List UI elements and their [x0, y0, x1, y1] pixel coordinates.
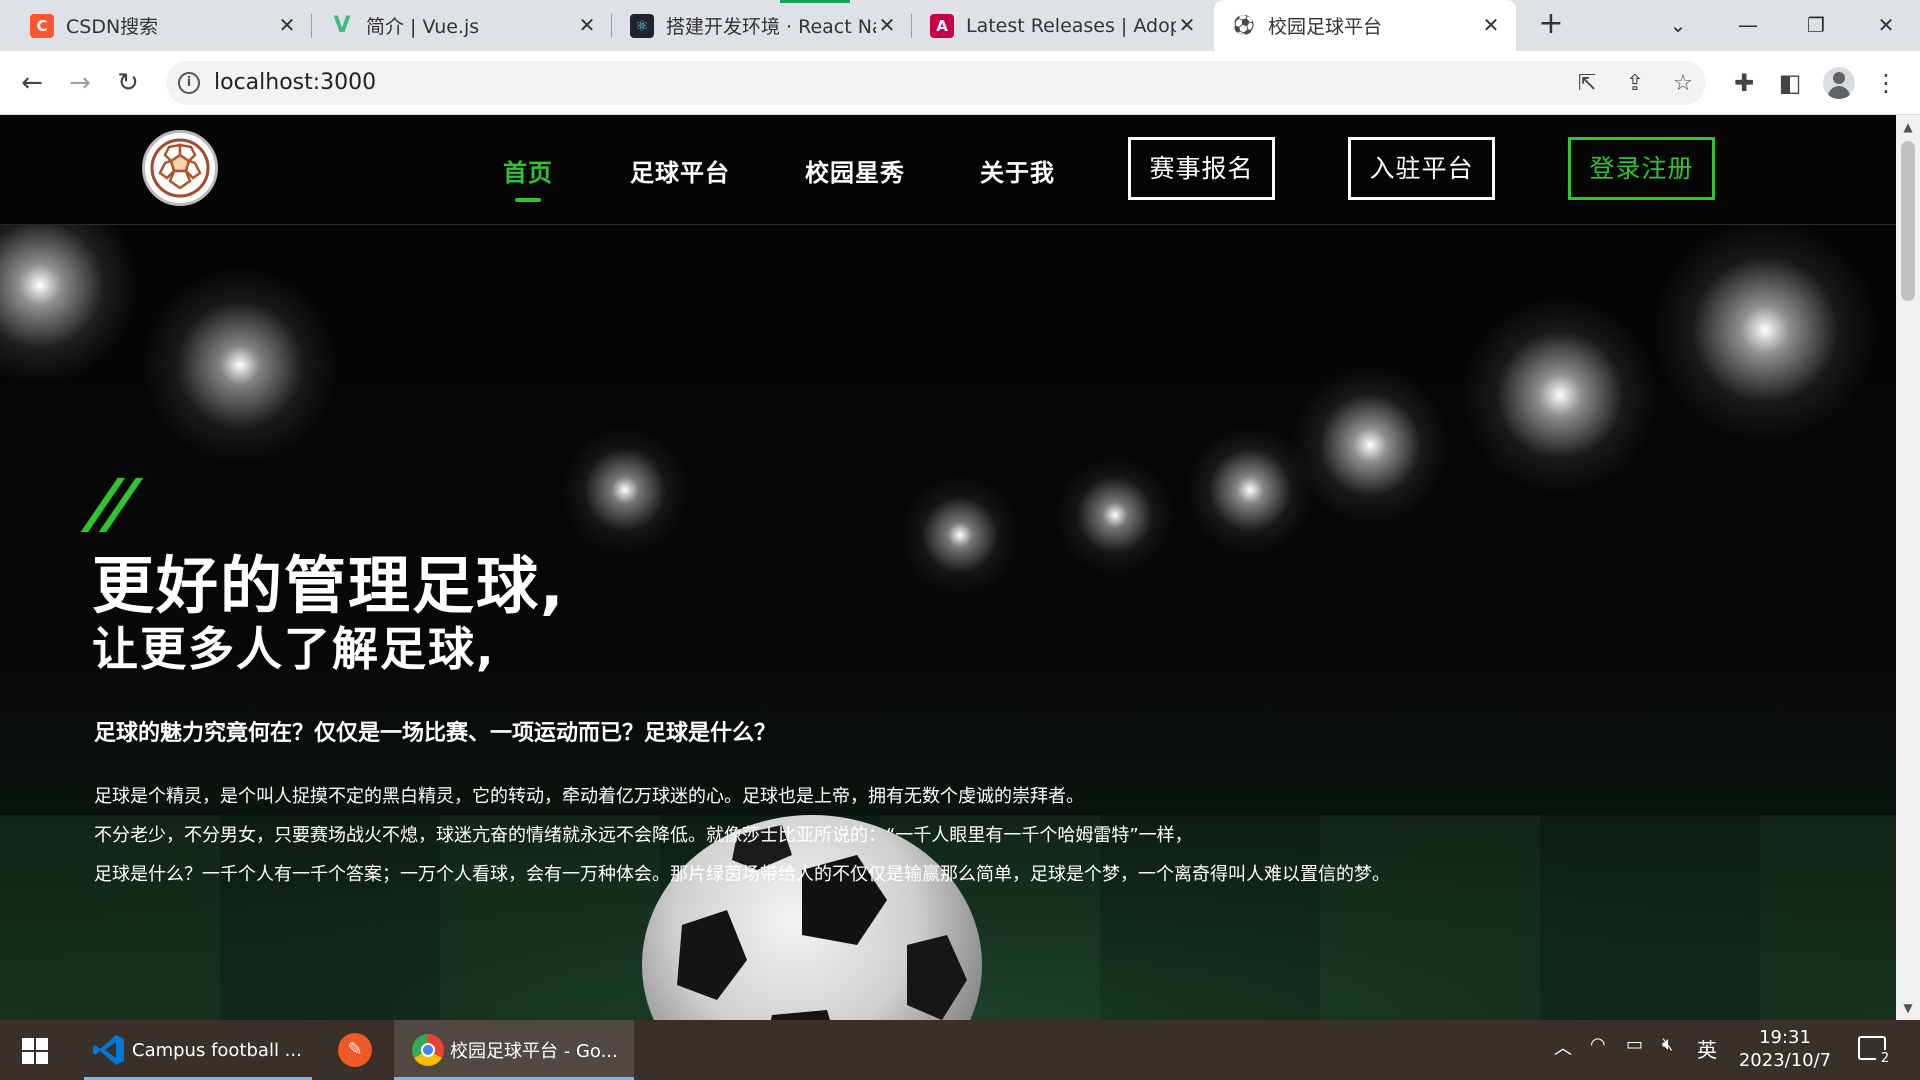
wifi-icon[interactable]: ◠ [1590, 1034, 1606, 1055]
tab-close-icon[interactable]: ✕ [1480, 14, 1502, 36]
floodlight-glow [560, 425, 690, 555]
open-in-app-icon[interactable]: ⇱ [1574, 71, 1600, 97]
tab-close-icon[interactable]: ✕ [276, 14, 298, 36]
tab-title: Latest Releases | Adopt [966, 14, 1176, 37]
notification-count: 2 [1876, 1050, 1894, 1068]
volume-muted-icon[interactable]: 🔇︎ [1662, 1034, 1673, 1055]
forward-icon[interactable]: → [62, 65, 98, 101]
page-viewport: 首页 足球平台 校园星秀 关于我 赛事报名 入驻平台 登录注册 // 更好的管理… [0, 115, 1896, 1020]
close-window-icon[interactable]: ✕ [1866, 8, 1906, 42]
side-panel-icon[interactable]: ◧ [1772, 65, 1808, 101]
tab-campus-football[interactable]: ⚽ 校园足球平台 ✕ [1214, 0, 1516, 51]
bookmark-star-icon[interactable]: ☆ [1670, 71, 1696, 97]
hero-question: 足球的魅力究竟何在？仅仅是一场比赛、一项运动而已？足球是什么？ [94, 721, 777, 746]
chrome-icon [412, 1034, 444, 1066]
floodlight-glow [140, 265, 340, 465]
menu-kebab-icon[interactable]: ⋮ [1868, 65, 1904, 101]
floodlight-glow [1460, 295, 1660, 495]
tab-title: 简介 | Vue.js [366, 16, 480, 38]
hero-headline: 更好的管理足球, [92, 549, 566, 622]
back-icon[interactable]: ← [14, 65, 50, 101]
url-text[interactable]: localhost:3000 [214, 70, 376, 95]
restore-icon[interactable]: ❐ [1796, 8, 1836, 42]
windows-start-icon[interactable] [22, 1038, 48, 1064]
hero-paragraph: 足球是个精灵，是个叫人捉摸不定的黑白精灵，它的转动，牵动着亿万球迷的心。足球也是… [94, 786, 1084, 807]
page-scrollbar[interactable]: ▲ ▼ [1896, 115, 1920, 1020]
tab-react-native[interactable]: ⚛ 搭建开发环境 · React Na ✕ [612, 0, 912, 51]
nav-football-platform[interactable]: 足球平台 [630, 153, 730, 188]
hero-paragraph: 不分老少，不分男女，只要赛场战火不熄，球迷亢奋的情绪就永远不会降低。就像莎士比亚… [94, 825, 1193, 846]
clock-time: 19:31 [1759, 1027, 1811, 1048]
tab-title: CSDN搜索 [66, 16, 159, 38]
tab-title: 校园足球平台 [1268, 16, 1383, 38]
scroll-up-icon[interactable]: ▲ [1896, 117, 1920, 137]
floodlight-glow [1055, 455, 1175, 575]
browser-toolbar: ← → ↻ i localhost:3000 ⇱ ⇪ ☆ ✚ ◧ ⋮ [0, 51, 1920, 115]
csdn-icon: C [30, 13, 54, 38]
react-icon: ⚛ [630, 13, 654, 38]
join-platform-button[interactable]: 入驻平台 [1348, 137, 1495, 200]
floodlight-glow [1290, 365, 1450, 525]
tab-adoptium[interactable]: A Latest Releases | Adopt ✕ [912, 0, 1212, 51]
taskbar-app-label: 校园足球平台 - Go... [450, 1041, 618, 1062]
taskbar-app-pen[interactable]: ✎ [330, 1020, 380, 1080]
taskbar-app-vscode[interactable]: Campus football ... [84, 1020, 312, 1080]
nav-about-me[interactable]: 关于我 [980, 153, 1055, 188]
vscode-icon [93, 1035, 124, 1065]
nav-home[interactable]: 首页 [503, 153, 553, 202]
floodlight-glow [1650, 215, 1880, 445]
windows-taskbar: Campus football ... ✎ 校园足球平台 - Go... ︿ ◠… [0, 1020, 1920, 1080]
battery-icon[interactable]: ▭ [1626, 1034, 1643, 1055]
tab-close-icon[interactable]: ✕ [576, 14, 598, 36]
tab-vue[interactable]: V 简介 | Vue.js ✕ [312, 0, 612, 51]
football-logo-icon [150, 138, 210, 198]
ime-indicator[interactable]: 英 [1697, 1034, 1717, 1063]
profile-avatar-icon[interactable] [1823, 67, 1855, 99]
address-bar[interactable]: i localhost:3000 ⇱ ⇪ ☆ [166, 61, 1706, 105]
taskbar-app-chrome[interactable]: 校园足球平台 - Go... [394, 1020, 634, 1080]
adoptium-icon: A [930, 13, 954, 38]
floodlight-glow [900, 475, 1020, 595]
tab-search-icon[interactable]: ⌄ [1658, 8, 1698, 42]
system-clock[interactable]: 19:31 2023/10/7 [1730, 1026, 1840, 1072]
taskbar-app-label: Campus football ... [132, 1039, 302, 1061]
share-icon[interactable]: ⇪ [1622, 71, 1648, 97]
reload-icon[interactable]: ↻ [110, 65, 146, 101]
tab-close-icon[interactable]: ✕ [876, 14, 898, 36]
nav-campus-stars[interactable]: 校园星秀 [805, 153, 905, 188]
pen-app-icon: ✎ [338, 1033, 372, 1067]
vue-icon: V [333, 13, 351, 38]
site-logo[interactable] [142, 130, 218, 206]
tab-title: 搭建开发环境 · React Na [666, 16, 876, 38]
site-info-icon[interactable]: i [178, 72, 200, 94]
login-register-button[interactable]: 登录注册 [1568, 137, 1715, 200]
extensions-icon[interactable]: ✚ [1726, 65, 1762, 101]
browser-tab-strip: C CSDN搜索 ✕ V 简介 | Vue.js ✕ ⚛ 搭建开发环境 · Re… [0, 0, 1920, 51]
event-signup-button[interactable]: 赛事报名 [1128, 137, 1275, 200]
tab-csdn[interactable]: C CSDN搜索 ✕ [0, 0, 312, 51]
tab-close-icon[interactable]: ✕ [1176, 14, 1198, 36]
hero-paragraph: 足球是什么？一千个人有一千个答案；一万个人看球，会有一万种体会。那片绿茵场带给人… [94, 864, 1390, 885]
new-tab-icon[interactable]: + [1534, 8, 1568, 42]
football-icon: ⚽ [1232, 13, 1256, 38]
site-header: 首页 足球平台 校园星秀 关于我 赛事报名 入驻平台 登录注册 [0, 115, 1896, 225]
show-hidden-icons-icon[interactable]: ︿ [1554, 1034, 1572, 1060]
minimize-icon[interactable]: — [1728, 8, 1768, 42]
hero-subheadline: 让更多人了解足球, [92, 622, 496, 676]
quote-mark: // [85, 465, 136, 542]
scroll-down-icon[interactable]: ▼ [1896, 998, 1920, 1018]
scrollbar-thumb[interactable] [1901, 141, 1915, 301]
notification-center-icon[interactable]: 2 [1858, 1036, 1894, 1068]
hero-banner: // 更好的管理足球, 让更多人了解足球, 足球的魅力究竟何在？仅仅是一场比赛、… [0, 185, 1896, 1020]
clock-date: 2023/10/7 [1738, 1050, 1832, 1071]
